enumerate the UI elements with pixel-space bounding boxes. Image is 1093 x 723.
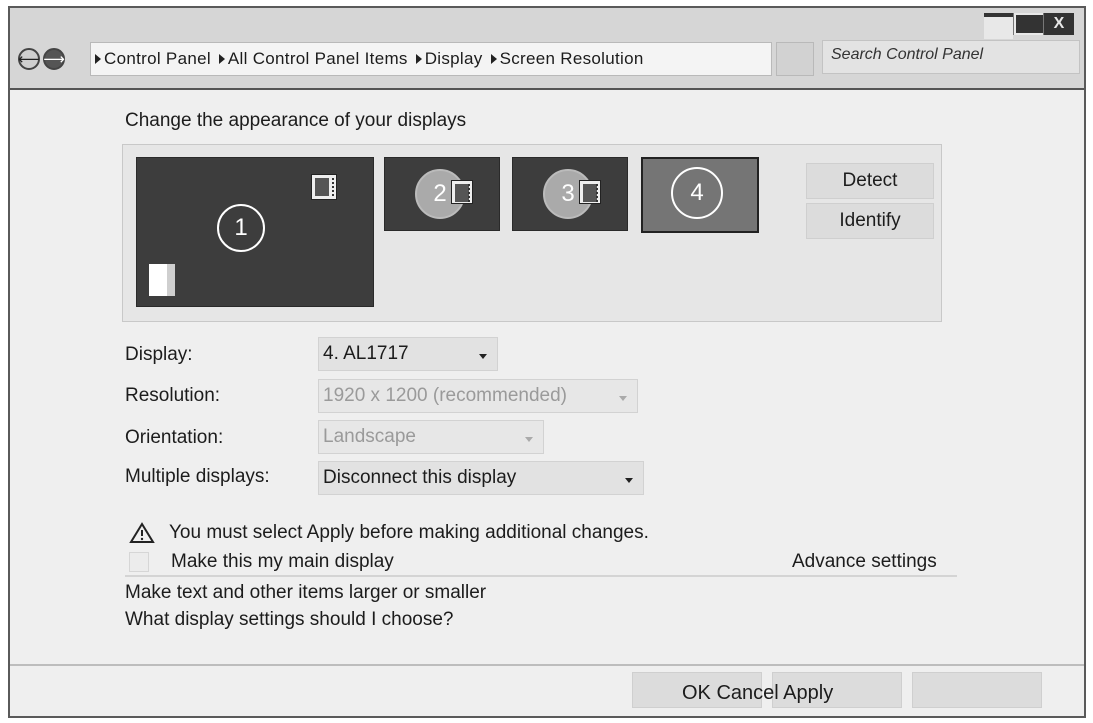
- window-controls: X: [984, 13, 1074, 39]
- display-tile-icon: [149, 264, 175, 296]
- warning-text: You must select Apply before making addi…: [169, 522, 649, 543]
- dropdown-arrow-icon: [525, 437, 533, 442]
- title-bar: X ⟵ ⟶ Control Panel All Control Panel It…: [10, 8, 1084, 88]
- chevron-right-icon: [95, 54, 101, 64]
- resolution-select[interactable]: 1920 x 1200 (recommended): [318, 379, 638, 413]
- resolution-label: Resolution:: [125, 385, 221, 406]
- dropdown-arrow-icon: [479, 354, 487, 359]
- text-size-link[interactable]: Make text and other items larger or smal…: [125, 582, 486, 604]
- monitor-4-selected[interactable]: 4: [641, 157, 759, 233]
- maximize-icon: [1014, 13, 1043, 35]
- mini-display-icon: [311, 174, 337, 200]
- orientation-select[interactable]: Landscape: [318, 420, 544, 454]
- breadcrumb-all-items[interactable]: All Control Panel Items: [218, 49, 408, 69]
- monitor-2[interactable]: 2: [384, 157, 500, 231]
- address-bar[interactable]: Control Panel All Control Panel Items Di…: [90, 42, 772, 76]
- resolution-select-value: 1920 x 1200 (recommended): [323, 385, 567, 406]
- screen-resolution-window: X ⟵ ⟶ Control Panel All Control Panel It…: [8, 6, 1086, 718]
- breadcrumb-control-panel[interactable]: Control Panel: [95, 49, 211, 69]
- search-input[interactable]: Search Control Panel: [822, 40, 1080, 74]
- chevron-right-icon: [218, 54, 225, 64]
- display-help-link[interactable]: What display settings should I choose?: [125, 609, 453, 631]
- chevron-right-icon: [415, 54, 422, 64]
- mini-display-icon: [579, 180, 601, 204]
- dropdown-arrow-icon: [625, 478, 633, 483]
- display-select[interactable]: 4. AL1717: [318, 337, 498, 371]
- advanced-settings-link[interactable]: Advance settings: [792, 551, 937, 573]
- main-display-checkbox[interactable]: [129, 552, 149, 572]
- orientation-select-value: Landscape: [323, 426, 416, 447]
- identify-button[interactable]: Identify: [806, 203, 934, 239]
- monitor-arrangement-panel: 1 2 3 4 Detect Identify: [122, 144, 942, 322]
- detect-button[interactable]: Detect: [806, 163, 934, 199]
- monitor-3[interactable]: 3: [512, 157, 628, 231]
- monitor-1[interactable]: 1: [136, 157, 374, 307]
- minimize-button[interactable]: [984, 13, 1014, 39]
- close-button[interactable]: X: [1044, 13, 1074, 35]
- forward-button[interactable]: ⟶: [43, 48, 65, 70]
- dropdown-arrow-icon: [619, 396, 627, 401]
- minimize-icon: [984, 17, 1013, 39]
- main-display-label: Make this my main display: [171, 551, 394, 572]
- warning-icon: [129, 522, 155, 543]
- main-display-option: Make this my main display: [129, 551, 394, 573]
- refresh-button[interactable]: [776, 42, 814, 76]
- chevron-right-icon: [490, 54, 497, 64]
- close-icon: X: [1053, 15, 1065, 32]
- apply-button[interactable]: [912, 672, 1042, 708]
- back-arrow-icon: ⟵: [18, 50, 40, 68]
- footer-buttons-label: OK Cancel Apply: [682, 682, 834, 704]
- multiple-displays-select[interactable]: Disconnect this display: [318, 461, 644, 495]
- maximize-button[interactable]: [1014, 13, 1044, 35]
- display-label: Display:: [125, 344, 193, 365]
- orientation-label: Orientation:: [125, 427, 224, 448]
- monitor-number: 4: [671, 167, 723, 219]
- monitor-number: 1: [217, 204, 265, 252]
- breadcrumb-screen-resolution[interactable]: Screen Resolution: [490, 49, 644, 69]
- footer-divider: [10, 664, 1084, 666]
- forward-arrow-icon: ⟶: [43, 50, 65, 68]
- section-divider: [125, 575, 957, 577]
- mini-display-icon: [451, 180, 473, 204]
- apply-warning: You must select Apply before making addi…: [129, 522, 649, 544]
- back-button[interactable]: ⟵: [18, 48, 40, 70]
- title-divider: [10, 88, 1084, 90]
- page-title: Change the appearance of your displays: [125, 110, 467, 131]
- display-select-value: 4. AL1717: [323, 343, 409, 364]
- navigation-buttons: ⟵ ⟶: [18, 48, 68, 70]
- multiple-displays-select-value: Disconnect this display: [323, 467, 517, 488]
- multiple-displays-label: Multiple displays:: [125, 466, 270, 487]
- breadcrumb-display[interactable]: Display: [415, 49, 483, 69]
